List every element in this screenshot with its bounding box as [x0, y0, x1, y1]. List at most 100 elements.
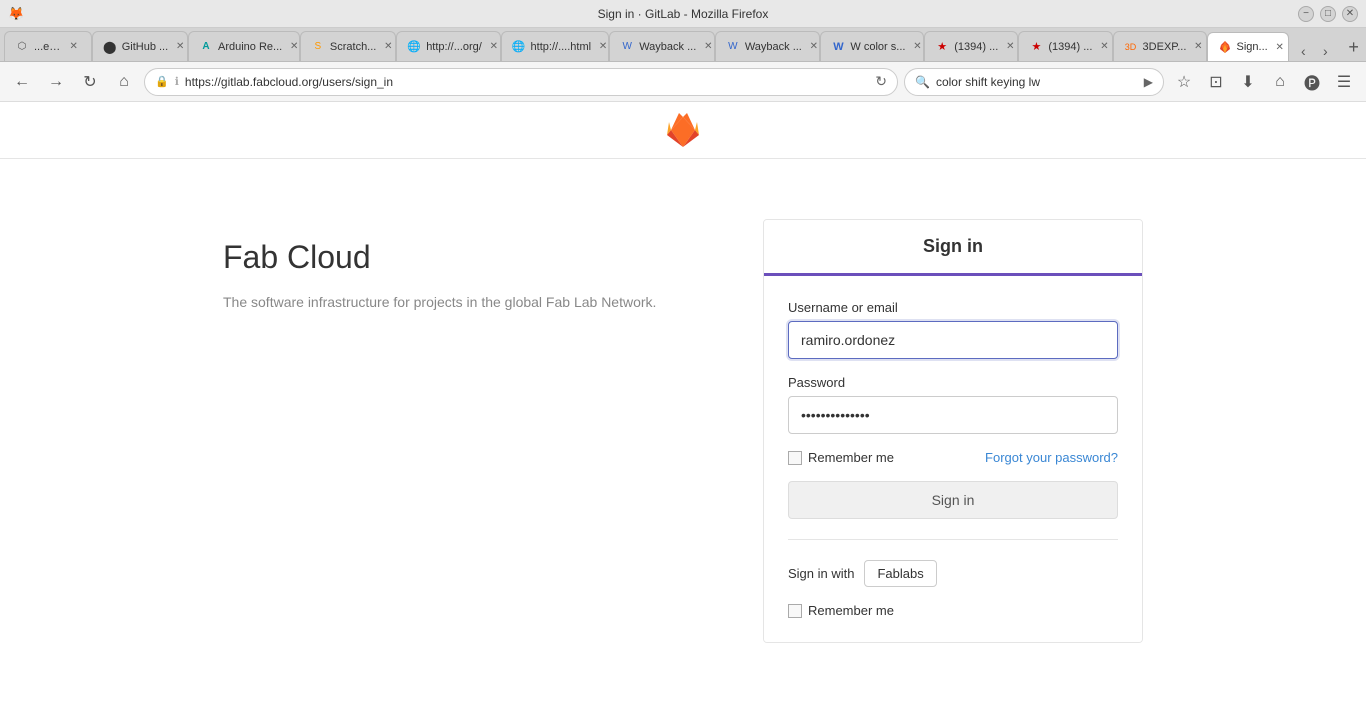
reader-view-button[interactable]: ⊡	[1202, 68, 1230, 96]
tab-favicon-http-html: 🌐	[512, 40, 526, 54]
signin-with-row: Sign in with Fablabs	[788, 560, 1118, 587]
tab-arduino[interactable]: A Arduino Re... ✕	[188, 31, 300, 61]
site-heading: Fab Cloud	[223, 239, 683, 276]
tab-http-html[interactable]: 🌐 http://....html ✕	[501, 31, 610, 61]
tab-close-wayback2[interactable]: ✕	[807, 40, 821, 54]
new-tab-button[interactable]: +	[1341, 33, 1366, 61]
remember-me-text: Remember me	[808, 450, 894, 465]
username-group: Username or email	[788, 300, 1118, 359]
tab-close-3dexp[interactable]: ✕	[1191, 40, 1205, 54]
tab-close-http-html[interactable]: ✕	[596, 40, 609, 54]
tab-favicon-eda: ⬡	[15, 40, 29, 54]
tab-nav-right[interactable]: ›	[1315, 41, 1335, 61]
search-icon: 🔍	[915, 75, 930, 89]
gitlab-logo	[665, 112, 701, 148]
address-reload-icon[interactable]: ↻	[875, 73, 887, 90]
tab-close-1394-1[interactable]: ✕	[1003, 40, 1017, 54]
tab-navigation: ‹ ›	[1289, 41, 1339, 61]
title-bar-left: 🦊	[8, 6, 24, 22]
menu-button[interactable]: ☰	[1330, 68, 1358, 96]
tab-label-wayback2: Wayback ...	[745, 41, 802, 53]
tab-signin[interactable]: Sign... ✕	[1207, 32, 1290, 62]
title-bar: 🦊 Sign in · GitLab - Mozilla Firefox − □…	[0, 0, 1366, 28]
signin-title: Sign in	[780, 236, 1126, 257]
download-button[interactable]: ⬇	[1234, 68, 1262, 96]
tab-close-color-shift[interactable]: ✕	[910, 40, 924, 54]
tab-1394-2[interactable]: ★ (1394) ... ✕	[1018, 31, 1112, 61]
reload-button[interactable]: ↻	[76, 68, 104, 96]
tab-favicon-arduino: A	[199, 40, 213, 54]
page-content: Fab Cloud The software infrastructure fo…	[0, 102, 1366, 716]
username-label: Username or email	[788, 300, 1118, 315]
signin-card: Sign in Username or email Password	[763, 219, 1143, 643]
tab-favicon-scratch: S	[311, 40, 325, 54]
url-display[interactable]: https://gitlab.fabcloud.org/users/sign_i…	[185, 75, 869, 89]
tab-nav-left[interactable]: ‹	[1293, 41, 1313, 61]
search-bar[interactable]: 🔍 color shift keying lw ▶	[904, 68, 1164, 96]
home-button[interactable]: ⌂	[110, 68, 138, 96]
signin-divider	[788, 539, 1118, 540]
tab-favicon-3dexp: 3D	[1124, 40, 1138, 54]
forgot-password-link[interactable]: Forgot your password?	[985, 450, 1118, 465]
tab-favicon-http-org: 🌐	[407, 40, 421, 54]
signin-card-header: Sign in	[764, 220, 1142, 276]
fablabs-button[interactable]: Fablabs	[864, 560, 936, 587]
tab-favicon-signin	[1218, 40, 1232, 54]
site-subtext: The software infrastructure for projects…	[223, 292, 683, 313]
ssl-lock-icon: 🔒	[155, 75, 169, 88]
tab-1394-1[interactable]: ★ (1394) ... ✕	[924, 31, 1018, 61]
tab-close-signin[interactable]: ✕	[1273, 40, 1287, 54]
password-group: Password	[788, 375, 1118, 434]
password-input[interactable]	[788, 396, 1118, 434]
home-page-button[interactable]: ⌂	[1266, 68, 1294, 96]
remember-me-checkbox-2[interactable]	[788, 604, 802, 618]
tab-close-eda[interactable]: ✕	[67, 40, 81, 54]
tab-wayback1[interactable]: W Wayback ... ✕	[609, 31, 715, 61]
tab-close-http-org[interactable]: ✕	[487, 40, 501, 54]
tab-label-color-shift: W color s...	[850, 41, 905, 53]
tab-label-http-org: http://...org/	[426, 41, 482, 53]
remember-me-label[interactable]: Remember me	[788, 450, 894, 465]
address-bar[interactable]: 🔒 ℹ https://gitlab.fabcloud.org/users/si…	[144, 68, 898, 96]
pocket-button[interactable]: 🅟	[1298, 68, 1326, 96]
tab-favicon-1394-2: ★	[1029, 40, 1043, 54]
signin-with-label: Sign in with	[788, 566, 854, 581]
tab-http-org[interactable]: 🌐 http://...org/ ✕	[396, 31, 500, 61]
tab-close-wayback1[interactable]: ✕	[701, 40, 715, 54]
tab-scratch[interactable]: S Scratch... ✕	[300, 31, 396, 61]
tab-label-http-html: http://....html	[531, 41, 592, 53]
tab-label-github: GitHub ...	[122, 41, 168, 53]
tab-close-1394-2[interactable]: ✕	[1097, 40, 1111, 54]
close-button[interactable]: ✕	[1342, 6, 1358, 22]
tab-close-arduino[interactable]: ✕	[287, 40, 300, 54]
window-icon: 🦊	[8, 6, 24, 22]
bookmark-star-button[interactable]: ☆	[1170, 68, 1198, 96]
tab-label-wayback1: Wayback ...	[639, 41, 696, 53]
tab-eda[interactable]: ⬡ ...eda... ✕	[4, 31, 92, 61]
tab-color-shift[interactable]: W W color s... ✕	[820, 31, 924, 61]
tab-favicon-1394-1: ★	[935, 40, 949, 54]
remember-me-text-2: Remember me	[808, 603, 894, 618]
search-query[interactable]: color shift keying lw	[936, 75, 1138, 89]
minimize-button[interactable]: −	[1298, 6, 1314, 22]
tab-label-scratch: Scratch...	[330, 41, 376, 53]
maximize-button[interactable]: □	[1320, 6, 1336, 22]
tab-close-github[interactable]: ✕	[173, 40, 187, 54]
tab-favicon-wayback1: W	[620, 40, 634, 54]
forward-button[interactable]: →	[42, 68, 70, 96]
tab-favicon-github: ⬤	[103, 40, 117, 54]
back-button[interactable]: ←	[8, 68, 36, 96]
tab-3dexp[interactable]: 3D 3DEXP... ✕	[1113, 31, 1207, 61]
signin-button[interactable]: Sign in	[788, 481, 1118, 519]
tab-label-3dexp: 3DEXP...	[1143, 41, 1187, 53]
tab-github[interactable]: ⬤ GitHub ... ✕	[92, 31, 188, 61]
username-input[interactable]	[788, 321, 1118, 359]
window-title: Sign in · GitLab - Mozilla Firefox	[598, 7, 769, 21]
tab-close-scratch[interactable]: ✕	[381, 40, 395, 54]
tab-wayback2[interactable]: W Wayback ... ✕	[715, 31, 821, 61]
remember-me-row-2: Remember me	[788, 603, 1118, 618]
remember-me-checkbox[interactable]	[788, 451, 802, 465]
search-submit-icon[interactable]: ▶	[1144, 75, 1153, 89]
gitlab-header	[0, 102, 1366, 159]
tab-label-1394-1: (1394) ...	[954, 41, 998, 53]
